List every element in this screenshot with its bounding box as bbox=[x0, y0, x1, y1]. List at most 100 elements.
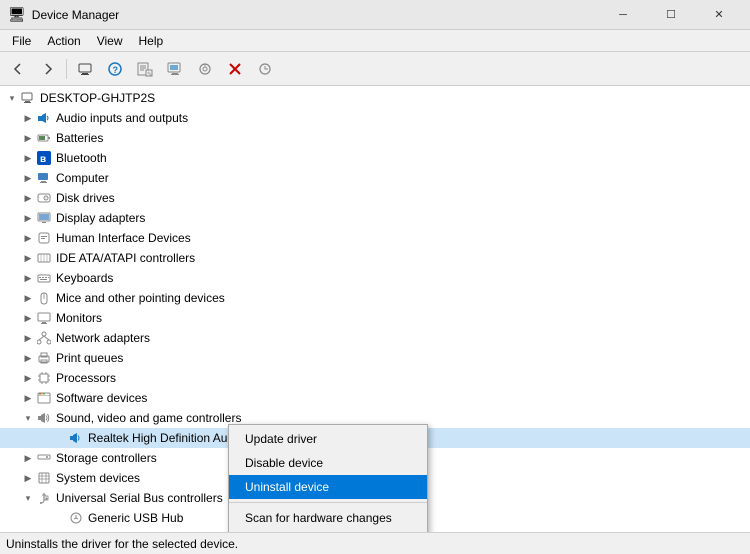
tree-item-root[interactable]: ▾ DESKTOP-GHJTP2S bbox=[0, 88, 750, 108]
tree-item-keyboards[interactable]: ▶ Keyboards bbox=[0, 268, 750, 288]
network-icon bbox=[36, 330, 52, 346]
menu-action[interactable]: Action bbox=[39, 32, 88, 50]
keyboard-icon bbox=[36, 270, 52, 286]
tree-label-computer: Computer bbox=[56, 171, 109, 185]
expand-icon-computer[interactable]: ▶ bbox=[20, 170, 36, 186]
tree-item-software[interactable]: ▶ Software devices bbox=[0, 388, 750, 408]
context-menu-disable-device[interactable]: Disable device bbox=[229, 451, 427, 475]
menu-view[interactable]: View bbox=[89, 32, 131, 50]
toolbar-properties[interactable]: ✎ bbox=[131, 56, 159, 82]
tree-item-disk[interactable]: ▶ Disk drives bbox=[0, 188, 750, 208]
tree-item-processors[interactable]: ▶ Processors bbox=[0, 368, 750, 388]
toolbar-update[interactable] bbox=[251, 56, 279, 82]
title-bar-controls: ─ ☐ ✕ bbox=[600, 0, 742, 30]
title-bar: 🖥 Device Manager ─ ☐ ✕ bbox=[0, 0, 750, 30]
toolbar-computer[interactable] bbox=[71, 56, 99, 82]
expand-icon-sound[interactable]: ▾ bbox=[20, 410, 36, 426]
svg-text:✎: ✎ bbox=[147, 71, 152, 77]
forward-icon bbox=[40, 61, 56, 77]
expand-icon-usb[interactable]: ▾ bbox=[20, 490, 36, 506]
audio-icon bbox=[36, 110, 52, 126]
expand-icon-root[interactable]: ▾ bbox=[4, 90, 20, 106]
maximize-button[interactable]: ☐ bbox=[648, 0, 694, 30]
computer-icon-root bbox=[20, 90, 36, 106]
tree-label-realtek: Realtek High Definition Audio bbox=[88, 431, 243, 445]
tree-item-print[interactable]: ▶ Print queues bbox=[0, 348, 750, 368]
expand-icon-storage[interactable]: ▶ bbox=[20, 450, 36, 466]
expand-icon-network[interactable]: ▶ bbox=[20, 330, 36, 346]
software-icon bbox=[36, 390, 52, 406]
expand-icon-mice[interactable]: ▶ bbox=[20, 290, 36, 306]
tree-label-usb: Universal Serial Bus controllers bbox=[56, 491, 223, 505]
expand-icon-processors[interactable]: ▶ bbox=[20, 370, 36, 386]
context-menu-scan[interactable]: Scan for hardware changes bbox=[229, 506, 427, 530]
toolbar-display[interactable] bbox=[161, 56, 189, 82]
expand-icon-software[interactable]: ▶ bbox=[20, 390, 36, 406]
tree-item-hid[interactable]: ▶ Human Interface Devices bbox=[0, 228, 750, 248]
expand-icon-system[interactable]: ▶ bbox=[20, 470, 36, 486]
tree-label-audio: Audio inputs and outputs bbox=[56, 111, 188, 125]
minimize-button[interactable]: ─ bbox=[600, 0, 646, 30]
display-icon bbox=[167, 61, 183, 77]
tree-item-ide[interactable]: ▶ IDE ATA/ATAPI controllers bbox=[0, 248, 750, 268]
tree-item-computer[interactable]: ▶ Computer bbox=[0, 168, 750, 188]
expand-icon-display[interactable]: ▶ bbox=[20, 210, 36, 226]
usb-icon bbox=[36, 490, 52, 506]
expand-icon-disk[interactable]: ▶ bbox=[20, 190, 36, 206]
tree-label-disk: Disk drives bbox=[56, 191, 115, 205]
tree-label-keyboards: Keyboards bbox=[56, 271, 113, 285]
menu-bar: File Action View Help bbox=[0, 30, 750, 52]
scan-icon bbox=[197, 61, 213, 77]
computer-device-icon bbox=[36, 170, 52, 186]
toolbar-uninstall[interactable] bbox=[221, 56, 249, 82]
tree-item-audio[interactable]: ▶ Audio inputs and outputs bbox=[0, 108, 750, 128]
app-icon: 🖥 bbox=[8, 6, 26, 23]
toolbar-forward[interactable] bbox=[34, 56, 62, 82]
tree-label-generic-usb: Generic USB Hub bbox=[88, 511, 183, 525]
menu-help[interactable]: Help bbox=[131, 32, 172, 50]
toolbar-sep-1 bbox=[66, 59, 67, 79]
printer-icon bbox=[36, 350, 52, 366]
tree-item-monitors[interactable]: ▶ Monitors bbox=[0, 308, 750, 328]
properties-icon: ✎ bbox=[137, 61, 153, 77]
audio-device-icon bbox=[68, 430, 84, 446]
tree-item-bluetooth[interactable]: ▶ ʙ Bluetooth bbox=[0, 148, 750, 168]
main-area: ▾ DESKTOP-GHJTP2S ▶ Audio inputs and out… bbox=[0, 86, 750, 532]
menu-file[interactable]: File bbox=[4, 32, 39, 50]
toolbar: ? ✎ bbox=[0, 52, 750, 86]
toolbar-scan[interactable] bbox=[191, 56, 219, 82]
toolbar-back[interactable] bbox=[4, 56, 32, 82]
tree-item-display[interactable]: ▶ Display adapters bbox=[0, 208, 750, 228]
tree-label-ide: IDE ATA/ATAPI controllers bbox=[56, 251, 195, 265]
uninstall-icon bbox=[227, 61, 243, 77]
tree-label-network: Network adapters bbox=[56, 331, 150, 345]
expand-icon-batteries[interactable]: ▶ bbox=[20, 130, 36, 146]
tree-view[interactable]: ▾ DESKTOP-GHJTP2S ▶ Audio inputs and out… bbox=[0, 86, 750, 532]
tree-item-batteries[interactable]: ▶ Batteries bbox=[0, 128, 750, 148]
toolbar-help[interactable]: ? bbox=[101, 56, 129, 82]
close-button[interactable]: ✕ bbox=[696, 0, 742, 30]
processor-icon bbox=[36, 370, 52, 386]
update-icon bbox=[257, 61, 273, 77]
tree-label-print: Print queues bbox=[56, 351, 123, 365]
expand-icon-audio[interactable]: ▶ bbox=[20, 110, 36, 126]
tree-item-network[interactable]: ▶ Network adapters bbox=[0, 328, 750, 348]
expand-icon-hid[interactable]: ▶ bbox=[20, 230, 36, 246]
back-icon bbox=[10, 61, 26, 77]
mouse-icon bbox=[36, 290, 52, 306]
battery-icon bbox=[36, 130, 52, 146]
ide-icon bbox=[36, 250, 52, 266]
expand-icon-bluetooth[interactable]: ▶ bbox=[20, 150, 36, 166]
expand-icon-ide[interactable]: ▶ bbox=[20, 250, 36, 266]
bluetooth-icon: ʙ bbox=[36, 150, 52, 166]
tree-item-mice[interactable]: ▶ Mice and other pointing devices bbox=[0, 288, 750, 308]
context-menu-uninstall-device[interactable]: Uninstall device bbox=[229, 475, 427, 499]
expand-icon-monitors[interactable]: ▶ bbox=[20, 310, 36, 326]
expand-icon-print[interactable]: ▶ bbox=[20, 350, 36, 366]
usb-hub-icon bbox=[68, 510, 84, 526]
svg-text:ʙ: ʙ bbox=[40, 154, 46, 165]
tree-label-mice: Mice and other pointing devices bbox=[56, 291, 225, 305]
context-menu-update-driver[interactable]: Update driver bbox=[229, 427, 427, 451]
expand-icon-keyboards[interactable]: ▶ bbox=[20, 270, 36, 286]
usb-controller-icon-8 bbox=[68, 530, 84, 532]
